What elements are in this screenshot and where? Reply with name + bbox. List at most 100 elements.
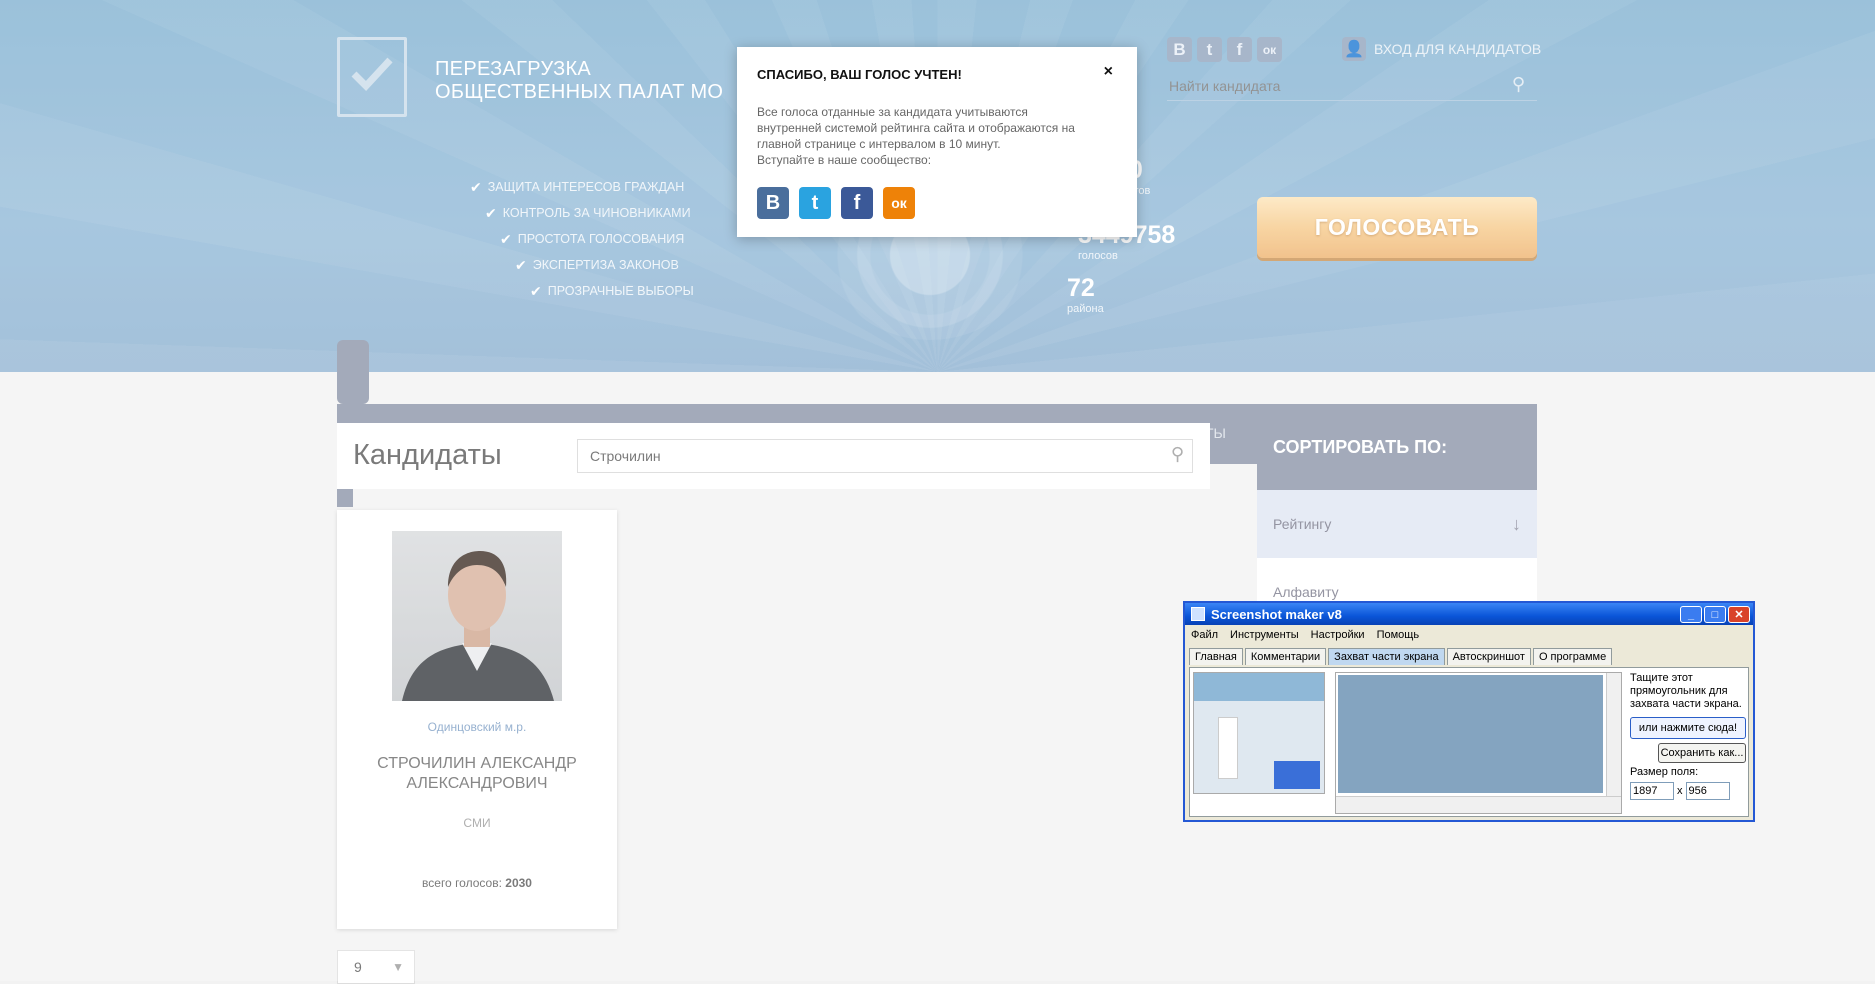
benefit-label: КОНТРОЛЬ ЗА ЧИНОВНИКАМИ — [502, 206, 691, 220]
benefit-item: ✔ ЭКСПЕРТИЗА ЗАКОНОВ — [515, 252, 694, 278]
height-input[interactable] — [1685, 782, 1730, 800]
window-body: Тащите этот прямоугольник для захвата ча… — [1189, 667, 1749, 817]
logo-checkmark-icon[interactable] — [337, 37, 407, 117]
benefit-item: ✔ ЗАЩИТА ИНТЕРЕСОВ ГРАЖДАН — [470, 174, 694, 200]
candidates-panel: Кандидаты ⚲ — [337, 423, 1210, 489]
header-search: ⚲ — [1167, 72, 1537, 101]
horizontal-scrollbar[interactable] — [1336, 796, 1621, 813]
search-icon[interactable]: ⚲ — [1512, 74, 1525, 95]
benefit-item: ✔ КОНТРОЛЬ ЗА ЧИНОВНИКАМИ — [485, 200, 694, 226]
candidate-card[interactable]: Одинцовский м.р. СТРОЧИЛИН АЛЕКСАНДР АЛЕ… — [337, 510, 617, 929]
candidate-votes: всего голосов: 2030 — [337, 876, 617, 890]
vote-button[interactable]: ГОЛОСОВАТЬ — [1257, 197, 1537, 258]
close-icon[interactable]: ✕ — [1728, 606, 1750, 623]
minimize-icon[interactable]: _ — [1680, 606, 1702, 623]
facebook-icon[interactable]: f — [841, 187, 873, 219]
hint-line: захвата части экрана. — [1630, 698, 1742, 710]
tab-main[interactable]: Главная — [1189, 648, 1243, 665]
site-title-line2: ОБЩЕСТВЕННЫХ ПАЛАТ МО — [435, 81, 724, 103]
vk-icon[interactable]: B — [1167, 37, 1192, 62]
window-controls: _ □ ✕ — [1680, 606, 1750, 623]
close-icon[interactable]: × — [1104, 63, 1113, 81]
candidate-name-line1: СТРОЧИЛИН АЛЕКСАНДР — [377, 755, 577, 772]
candidate-search-input[interactable] — [578, 440, 1152, 472]
modal-text: Все голоса отданные за кандидата учитыва… — [757, 104, 1117, 168]
site-title[interactable]: ПЕРЕЗАГРУЗКА ОБЩЕСТВЕННЫХ ПАЛАТ МО — [435, 58, 723, 104]
stat-label: района — [1067, 303, 1104, 315]
candidate-login-link[interactable]: 👤 ВХОД ДЛЯ КАНДИДАТОВ — [1342, 37, 1541, 61]
page-select-value: 9 — [354, 959, 362, 975]
candidate-name-line2: АЛЕКСАНДРОВИЧ — [406, 775, 548, 792]
size-label: Размер поля: — [1630, 766, 1699, 778]
candidate-name[interactable]: СТРОЧИЛИН АЛЕКСАНДР АЛЕКСАНДРОВИЧ — [357, 754, 597, 794]
vote-confirmation-modal: СПАСИБО, ВАШ ГОЛОС УЧТЕН! × Все голоса о… — [737, 47, 1137, 237]
benefit-label: ЗАЩИТА ИНТЕРЕСОВ ГРАЖДАН — [487, 180, 685, 194]
votes-value: 2030 — [505, 876, 532, 890]
benefit-label: ЭКСПЕРТИЗА ЗАКОНОВ — [532, 258, 679, 272]
capture-area[interactable] — [1338, 675, 1603, 793]
site-title-line1: ПЕРЕЗАГРУЗКА — [435, 58, 592, 80]
modal-title: СПАСИБО, ВАШ ГОЛОС УЧТЕН! — [757, 67, 962, 82]
capture-preview[interactable] — [1335, 672, 1622, 814]
capture-button[interactable]: или нажмите сюда! — [1630, 717, 1746, 739]
stat-value: 72 — [1067, 274, 1095, 302]
search-icon[interactable]: ⚲ — [1171, 444, 1184, 465]
facebook-icon[interactable]: f — [1227, 37, 1252, 62]
window-title: Screenshot maker v8 — [1211, 606, 1342, 622]
candidate-photo[interactable] — [392, 531, 562, 701]
menu-file[interactable]: Файл — [1191, 629, 1218, 641]
stat-districts: 72 района — [1067, 274, 1104, 315]
stat-label: голосов — [1078, 250, 1118, 262]
screen-thumbnail[interactable] — [1193, 672, 1325, 794]
tab-autoscreenshot[interactable]: Автоскриншот — [1446, 648, 1531, 665]
twitter-icon[interactable]: t — [799, 187, 831, 219]
hint-line: прямоугольник для — [1630, 685, 1728, 697]
check-icon: ✔ — [485, 204, 497, 221]
benefit-label: ПРОЗРАЧНЫЕ ВЫБОРЫ — [547, 284, 694, 298]
maximize-icon[interactable]: □ — [1704, 606, 1726, 623]
menu-tools[interactable]: Инструменты — [1230, 629, 1299, 641]
odnoklassniki-icon[interactable]: ок — [883, 187, 915, 219]
check-icon: ✔ — [515, 256, 527, 273]
window-titlebar[interactable]: Screenshot maker v8 — [1185, 603, 1753, 625]
modal-social-links: B t f ок — [757, 187, 915, 219]
login-label: ВХОД ДЛЯ КАНДИДАТОВ — [1374, 41, 1542, 57]
tab-about[interactable]: О программе — [1532, 648, 1613, 665]
twitter-icon[interactable]: t — [1197, 37, 1222, 62]
candidate-category: СМИ — [463, 816, 491, 830]
person-portrait-icon — [402, 551, 554, 701]
modal-text-line: главной странице с интервалом в 10 минут… — [757, 137, 1001, 151]
menu-help[interactable]: Помощь — [1377, 629, 1420, 641]
candidate-search: ⚲ — [577, 439, 1193, 473]
sort-by-rating[interactable]: Рейтингу ↓ — [1257, 490, 1537, 558]
sort-option-label: Рейтингу — [1273, 516, 1332, 532]
window-menubar: Файл Инструменты Настройки Помощь — [1185, 625, 1753, 645]
panel-accent — [337, 489, 353, 507]
tab-comments[interactable]: Комментарии — [1244, 648, 1327, 665]
find-candidate-input[interactable] — [1167, 72, 1491, 100]
vk-icon[interactable]: B — [757, 187, 789, 219]
capture-controls: Тащите этот прямоугольник для захвата ча… — [1630, 672, 1746, 800]
save-as-button[interactable]: Сохранить как... — [1658, 743, 1746, 763]
modal-text-line: Вступайте в наше сообщество: — [757, 153, 932, 167]
modal-text-line: Все голоса отданные за кандидата учитыва… — [757, 105, 1028, 119]
capture-hint: Тащите этот прямоугольник для захвата ча… — [1630, 672, 1746, 711]
nav-tab-handle[interactable] — [337, 340, 369, 404]
benefit-label: ПРОСТОТА ГОЛОСОВАНИЯ — [517, 232, 685, 246]
tab-region-capture[interactable]: Захват части экрана — [1328, 648, 1445, 665]
menu-settings[interactable]: Настройки — [1311, 629, 1365, 641]
vertical-scrollbar[interactable] — [1606, 673, 1621, 797]
benefits-list: ✔ ЗАЩИТА ИНТЕРЕСОВ ГРАЖДАН ✔ КОНТРОЛЬ ЗА Ч… — [470, 174, 694, 304]
user-icon: 👤 — [1342, 37, 1366, 61]
size-row: x — [1630, 782, 1746, 800]
screenshot-maker-window[interactable]: Screenshot maker v8 _ □ ✕ Файл Инструмен… — [1183, 601, 1755, 822]
arrow-down-icon: ↓ — [1512, 513, 1521, 534]
app-icon — [1191, 607, 1205, 621]
candidate-district[interactable]: Одинцовский м.р. — [337, 720, 617, 734]
width-input[interactable] — [1630, 782, 1674, 800]
page-select[interactable]: 9 ▼ — [337, 950, 415, 984]
chevron-down-icon: ▼ — [392, 960, 404, 974]
check-icon: ✔ — [470, 178, 482, 195]
odnoklassniki-icon[interactable]: ок — [1257, 37, 1282, 62]
benefit-item: ✔ ПРОЗРАЧНЫЕ ВЫБОРЫ — [530, 278, 694, 304]
